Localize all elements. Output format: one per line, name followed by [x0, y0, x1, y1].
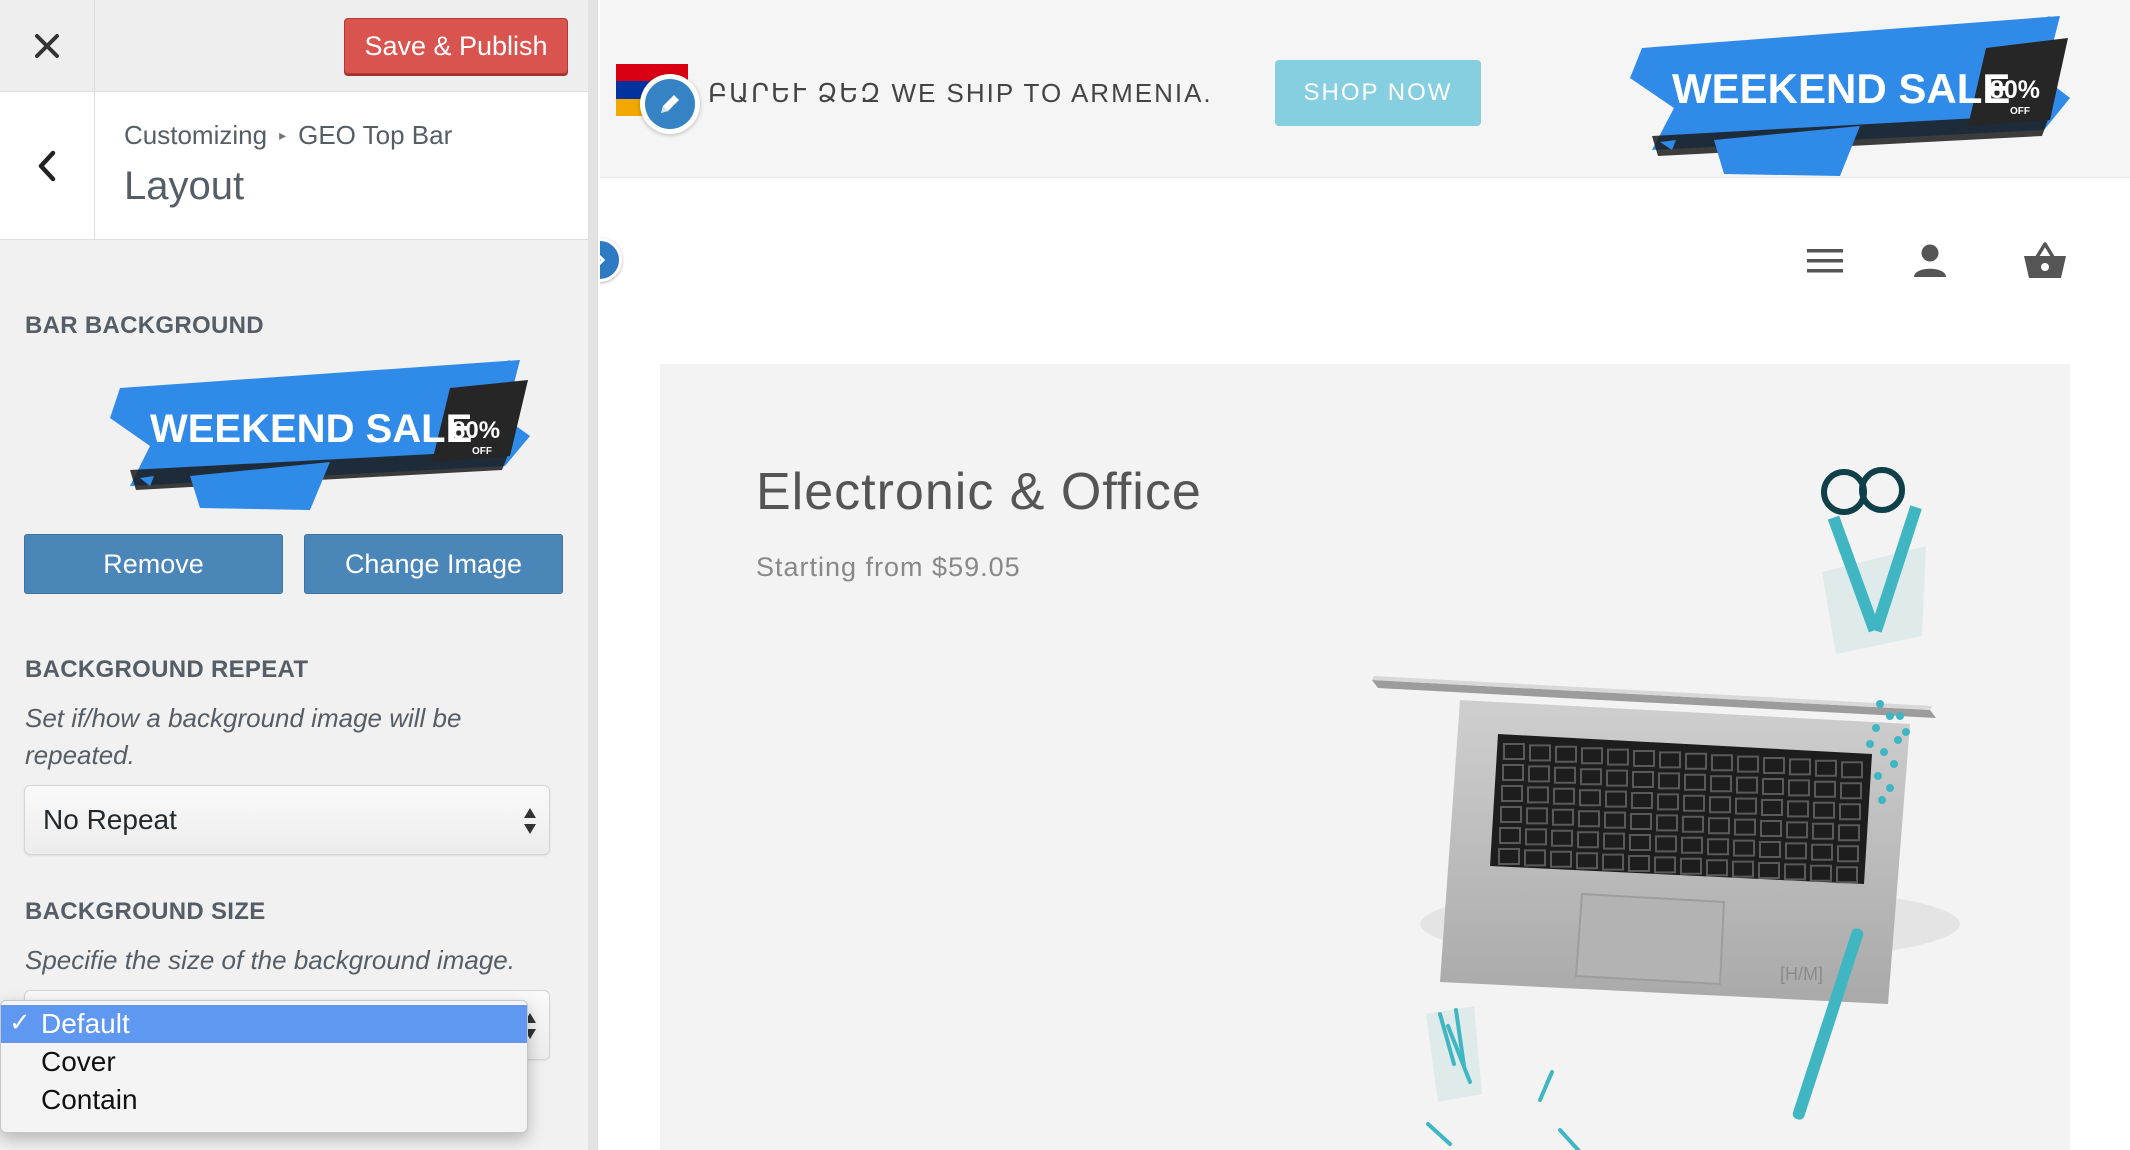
geo-top-bar: ԲԱՐԵՒ ՁԵԶ WE SHIP TO ARMENIA. SHOP NOW W… [600, 0, 2130, 178]
bar-background-preview-image: WEEKEND SALE 80% OFF [110, 360, 530, 510]
breadcrumb-section: GEO Top Bar [298, 120, 453, 150]
select-arrows-icon [524, 808, 536, 834]
chevron-right-icon [600, 254, 606, 266]
dropdown-option-contain[interactable]: Contain [1, 1081, 527, 1119]
back-button[interactable] [0, 92, 95, 240]
dropdown-option-label: Default [41, 1008, 130, 1039]
dropdown-option-cover[interactable]: Cover [1, 1043, 527, 1081]
preview-banner-off: OFF [472, 446, 492, 457]
dropdown-option-label: Contain [41, 1084, 138, 1115]
chevron-left-icon [38, 150, 56, 182]
close-button[interactable] [0, 0, 95, 92]
save-publish-button[interactable]: Save & Publish [344, 18, 568, 74]
section-title: Layout [124, 164, 245, 208]
weekend-sale-banner-image: WEEKEND SALE 80% OFF [1630, 16, 2070, 176]
user-icon[interactable] [1905, 236, 1955, 286]
banner-text: WEEKEND SALE [1672, 65, 2010, 112]
shop-now-button[interactable]: SHOP NOW [1275, 60, 1481, 126]
background-size-description: Specifie the size of the background imag… [25, 945, 515, 975]
customizer-header: Save & Publish [0, 0, 597, 92]
background-repeat-select[interactable]: No Repeat [24, 785, 550, 855]
background-repeat-value: No Repeat [43, 804, 177, 835]
pencil-icon [661, 95, 679, 113]
breadcrumb-root: Customizing [124, 120, 268, 150]
banner-off: OFF [2010, 106, 2030, 117]
site-header [600, 178, 2130, 348]
menu-icon[interactable] [1800, 236, 1850, 286]
dropdown-option-default[interactable]: ✓ Default [1, 1005, 527, 1043]
collapse-sidebar-button[interactable] [600, 238, 622, 282]
laptop-office-image: [H/M] [1372, 467, 1960, 1150]
hero-subtitle: Starting from $59.05 [756, 552, 1021, 582]
section-header: Customizing ▸ GEO Top Bar Layout [0, 92, 590, 240]
laptop-brand-mark: [H/M] [1780, 964, 1823, 984]
dropdown-option-label: Cover [41, 1046, 116, 1077]
checkmark-icon: ✓ [9, 1007, 31, 1037]
close-icon [35, 34, 59, 58]
change-image-button[interactable]: Change Image [304, 534, 563, 594]
edit-shortcut-button[interactable] [640, 74, 700, 134]
background-repeat-description: Set if/how a background image will be re… [25, 703, 462, 770]
keyboard [1490, 734, 1872, 884]
breadcrumb-separator-icon: ▸ [279, 127, 287, 143]
site-preview: ԲԱՐԵՒ ՁԵԶ WE SHIP TO ARMENIA. SHOP NOW W… [600, 0, 2130, 1150]
preview-banner-text: WEEKEND SALE [150, 407, 472, 451]
customizer-sidebar: Save & Publish Customizing ▸ GEO Top Bar… [0, 0, 598, 1150]
background-repeat-title: BACKGROUND REPEAT [25, 656, 309, 683]
hero-banner[interactable]: Electronic & Office Starting from $59.05 [660, 364, 2070, 1150]
banner-percent: 80% [1990, 76, 2040, 104]
hero-title: Electronic & Office [756, 463, 1202, 521]
top-bar-message: ԲԱՐԵՒ ՁԵԶ WE SHIP TO ARMENIA. [708, 78, 1213, 108]
breadcrumb: Customizing ▸ GEO Top Bar [124, 120, 452, 151]
bar-background-title: BAR BACKGROUND [25, 312, 264, 339]
preview-banner-percent: 80% [452, 417, 500, 444]
cart-icon[interactable] [2020, 236, 2070, 286]
remove-image-button[interactable]: Remove [24, 534, 283, 594]
background-size-title: BACKGROUND SIZE [25, 898, 266, 925]
sidebar-scrollbar[interactable] [588, 0, 597, 1150]
background-size-dropdown: ✓ Default Cover Contain [0, 1000, 528, 1133]
